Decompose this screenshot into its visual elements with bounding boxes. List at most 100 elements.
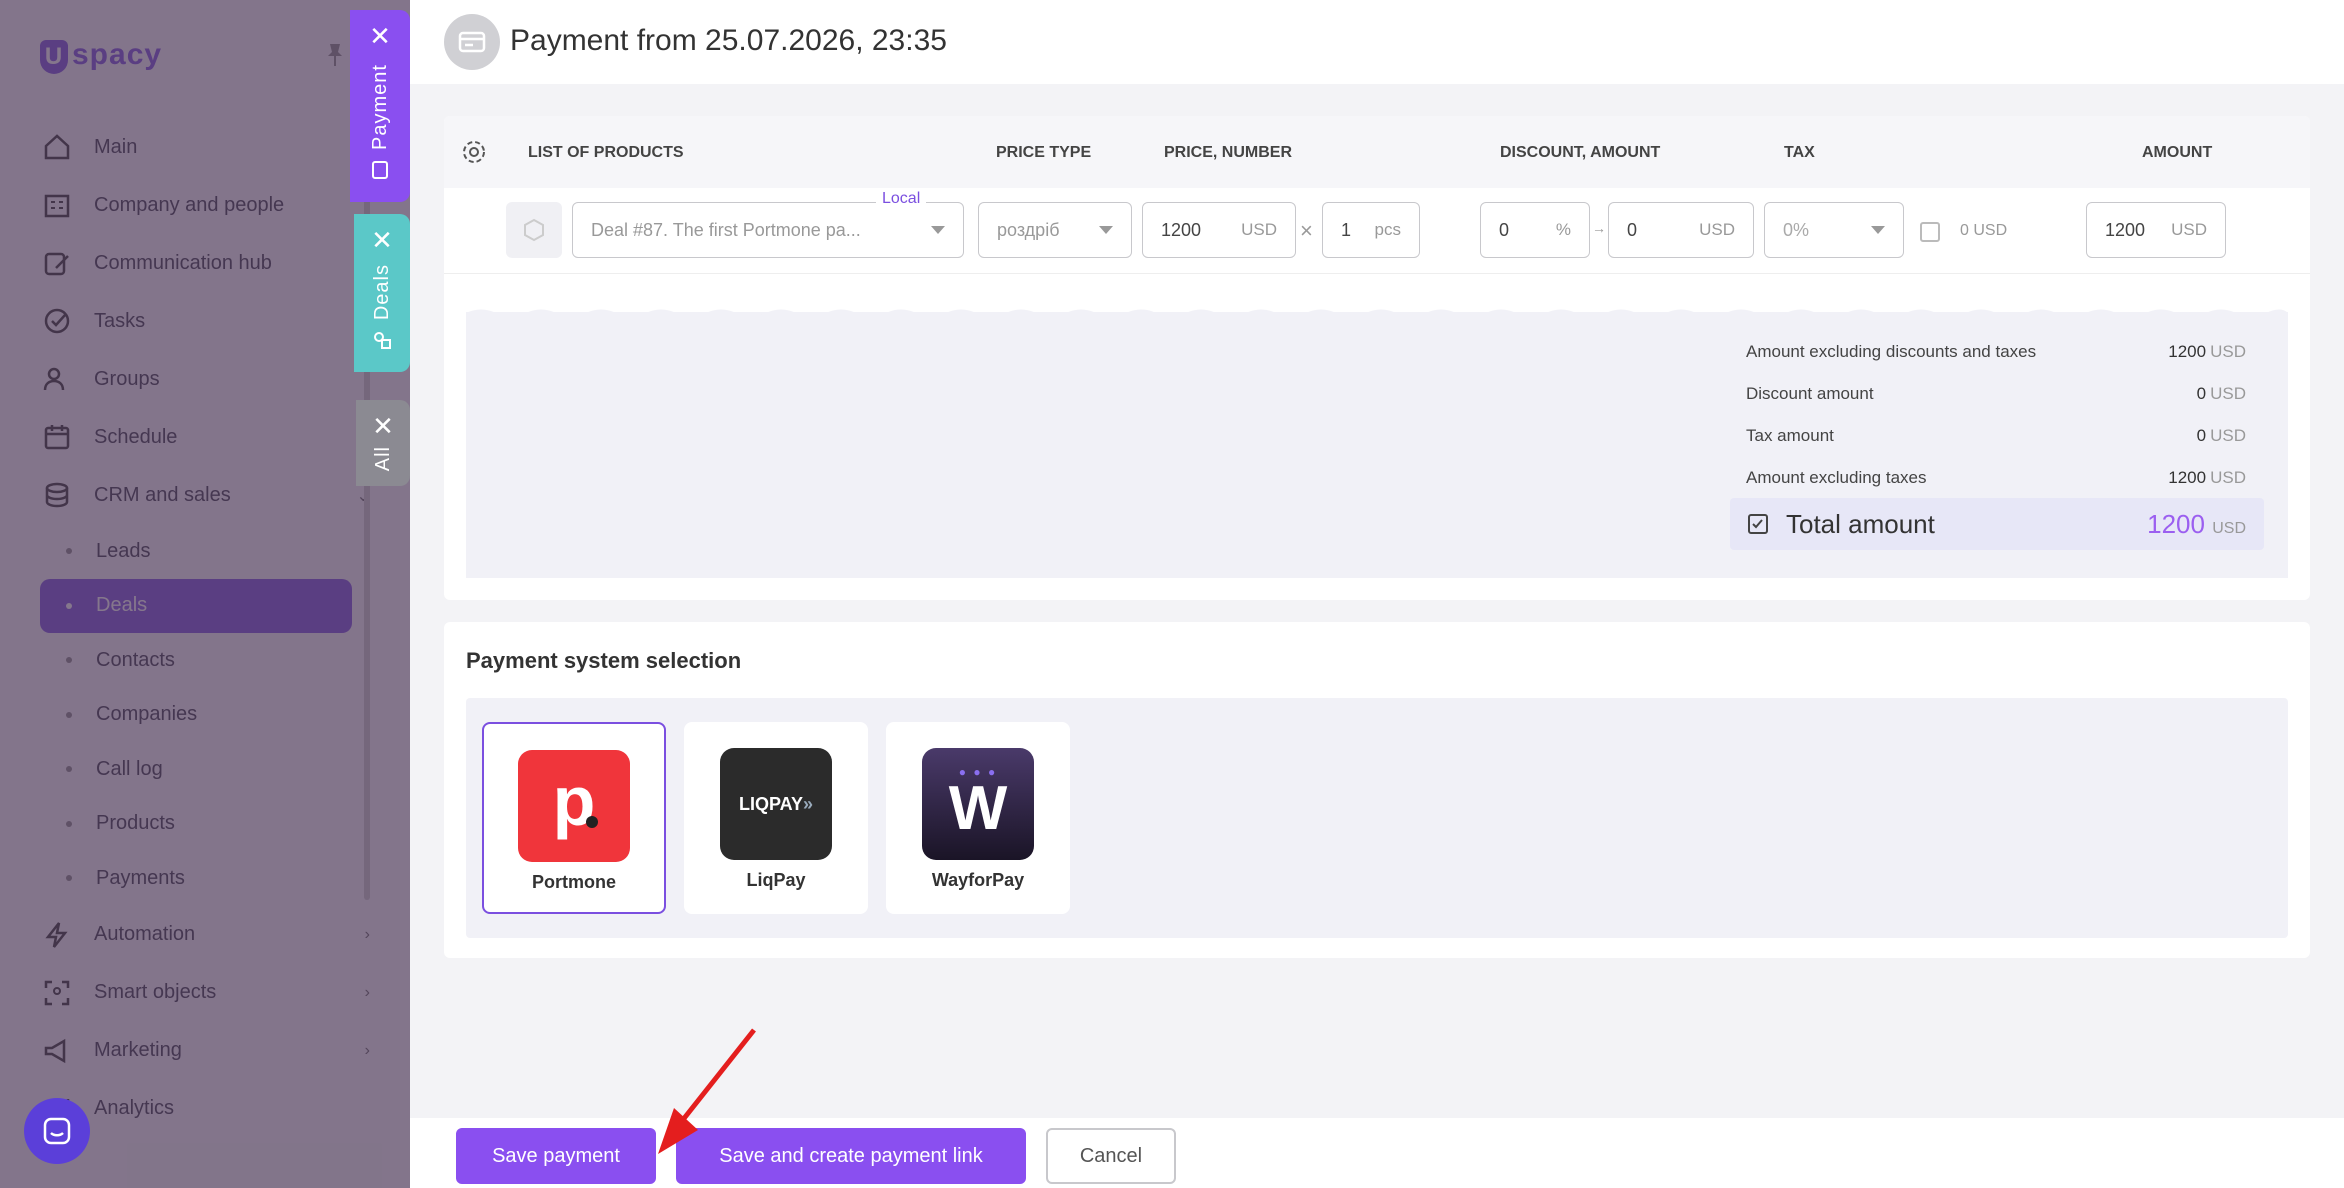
discount-amount-input[interactable]: 0 USD [1608, 202, 1754, 258]
scan-icon [40, 976, 74, 1010]
price-value: 1200 [1161, 219, 1202, 240]
sidebar-item-company[interactable]: Company and people› [40, 176, 370, 234]
col-header-products: LIST OF PRODUCTS [528, 144, 684, 161]
sidebar-sub-payments[interactable]: Payments [40, 851, 360, 906]
sidebar-item-communication[interactable]: Communication hub› [40, 234, 370, 292]
summary-number: 0 [2196, 426, 2207, 445]
chat-widget-button[interactable] [24, 1098, 90, 1164]
quantity-value: 1 [1341, 219, 1352, 240]
bullet [66, 711, 72, 718]
sidebar-item-label: Groups [94, 367, 160, 390]
products-card: LIST OF PRODUCTS PRICE TYPE PRICE, NUMBE… [444, 116, 2310, 600]
bullet [66, 820, 72, 827]
products-table-header: LIST OF PRODUCTS PRICE TYPE PRICE, NUMBE… [444, 116, 2310, 188]
sidebar-sub-label: Call log [96, 757, 163, 780]
local-badge: Local [876, 188, 927, 210]
sidebar-sub-call-log[interactable]: Call log [40, 742, 360, 797]
sidebar-item-smart-objects[interactable]: Smart objects › [40, 964, 370, 1022]
times-icon: × [1300, 218, 1313, 243]
product-image-placeholder [506, 202, 562, 258]
sidebar-sub-products[interactable]: Products [40, 797, 360, 852]
app-logo[interactable]: Uspacy [40, 38, 162, 74]
double-chevron-icon: » [803, 793, 814, 814]
sidebar-item-label: Smart objects [94, 981, 217, 1003]
payment-option-liqpay[interactable]: LIQPAY» LiqPay [684, 722, 868, 914]
receipt-icon [372, 160, 388, 179]
discount-amount-value: 0 [1627, 219, 1638, 240]
tax-amount-unit: USD [1973, 222, 2008, 239]
calendar-icon [40, 420, 74, 454]
tax-amount: 0 USD [1960, 222, 2007, 240]
sidebar-item-label: Communication hub [94, 251, 272, 274]
pin-icon[interactable] [326, 42, 344, 68]
wayforpay-logo-text: W [948, 773, 1008, 843]
close-icon[interactable]: ✕ [369, 23, 391, 49]
product-select[interactable]: Deal #87. The first Portmone pa... [572, 202, 964, 258]
summary-label: Tax amount [1746, 426, 1834, 445]
zigzag-edge [466, 309, 2288, 320]
sidebar-item-main[interactable]: Main [40, 118, 360, 176]
payment-option-label: WayforPay [931, 870, 1025, 890]
tax-select[interactable]: 0% [1764, 202, 1904, 258]
tax-included-checkbox[interactable] [1920, 222, 1940, 242]
sidebar-item-groups[interactable]: Groups [40, 350, 360, 408]
sidebar-sub-deals[interactable]: Deals [40, 578, 352, 633]
lightning-icon [40, 918, 74, 952]
sidebar-item-schedule[interactable]: Schedule› [40, 408, 370, 466]
sidebar-item-crm[interactable]: CRM and sales⌄ [40, 466, 370, 524]
sidebar: Uspacy Main Company and people› Communic… [0, 0, 410, 1188]
summary-label: Amount excluding taxes [1746, 468, 1927, 487]
panel-header: Payment from 25.07.2026, 23:35 [410, 0, 2344, 84]
box-icon [524, 218, 544, 242]
wayforpay-logo: ● ● ● W [922, 748, 1034, 860]
bullet [66, 548, 72, 555]
tab-payment[interactable]: ✕ Payment [350, 10, 410, 202]
col-header-amount: AMOUNT [2142, 144, 2213, 161]
payment-panel: Payment from 25.07.2026, 23:35 LIST OF P… [410, 0, 2344, 1188]
gear-icon[interactable] [460, 138, 488, 166]
save-payment-button[interactable]: Save payment [456, 1128, 656, 1184]
tab-payment-label: Payment [368, 64, 391, 150]
tab-all[interactable]: ✕ All [356, 400, 410, 486]
sidebar-item-label: Tasks [94, 309, 146, 332]
col-header-price-type: PRICE TYPE [996, 144, 1092, 161]
close-icon[interactable]: ✕ [372, 413, 394, 439]
payment-system-card: Payment system selection p Portmone LIQP… [444, 622, 2310, 958]
logo-text: spacy [72, 38, 163, 71]
tab-deals-label: Deals [370, 264, 393, 321]
summary-unit: USD [2210, 426, 2246, 445]
annotation-arrow [658, 1028, 756, 1154]
arrow-right-icon: → [1592, 220, 1606, 236]
summary-row: Amount excluding discounts and taxes 1200… [1746, 342, 2246, 362]
tab-all-label: All [371, 446, 394, 472]
close-icon[interactable]: ✕ [371, 227, 393, 253]
sidebar-sub-companies[interactable]: Companies [40, 688, 360, 743]
quantity-input[interactable]: 1 pcs [1322, 202, 1420, 258]
discount-percent-value: 0 [1499, 219, 1510, 240]
summary-unit: USD [2210, 342, 2246, 361]
chevron-down-icon [1871, 226, 1885, 234]
tab-deals[interactable]: ✕ Deals [354, 214, 410, 372]
sidebar-item-label: CRM and sales [94, 483, 231, 506]
sidebar-sub-contacts[interactable]: Contacts [40, 633, 360, 688]
amount-input[interactable]: 1200 USD [2086, 202, 2226, 258]
page-title: Payment from 25.07.2026, 23:35 [510, 24, 947, 57]
summary-number: 1200 [2168, 468, 2207, 487]
summary-section: Amount excluding discounts and taxes 1200… [466, 309, 2288, 578]
chevron-right-icon: › [364, 925, 370, 943]
total-unit: USD [2212, 519, 2246, 537]
sidebar-item-tasks[interactable]: Tasks [40, 292, 360, 350]
discount-percent-input[interactable]: 0% [1480, 202, 1590, 258]
price-input[interactable]: 1200 USD [1142, 202, 1296, 258]
payment-option-wayforpay[interactable]: ● ● ● W WayforPay [886, 722, 1070, 914]
price-type-select[interactable]: роздріб [978, 202, 1132, 258]
sidebar-sub-leads[interactable]: Leads [40, 524, 360, 579]
summary-number: 0 [2196, 384, 2207, 403]
sidebar-item-automation[interactable]: Automation › [40, 906, 370, 964]
sidebar-item-marketing[interactable]: Marketing › [40, 1022, 370, 1080]
payment-option-portmone[interactable]: p Portmone [482, 722, 666, 914]
liqpay-logo-text: LIQPAY [738, 793, 803, 814]
col-header-discount: DISCOUNT, AMOUNT [1500, 144, 1661, 161]
summary-unit: USD [2210, 384, 2246, 403]
cancel-button[interactable]: Cancel [1046, 1128, 1176, 1184]
